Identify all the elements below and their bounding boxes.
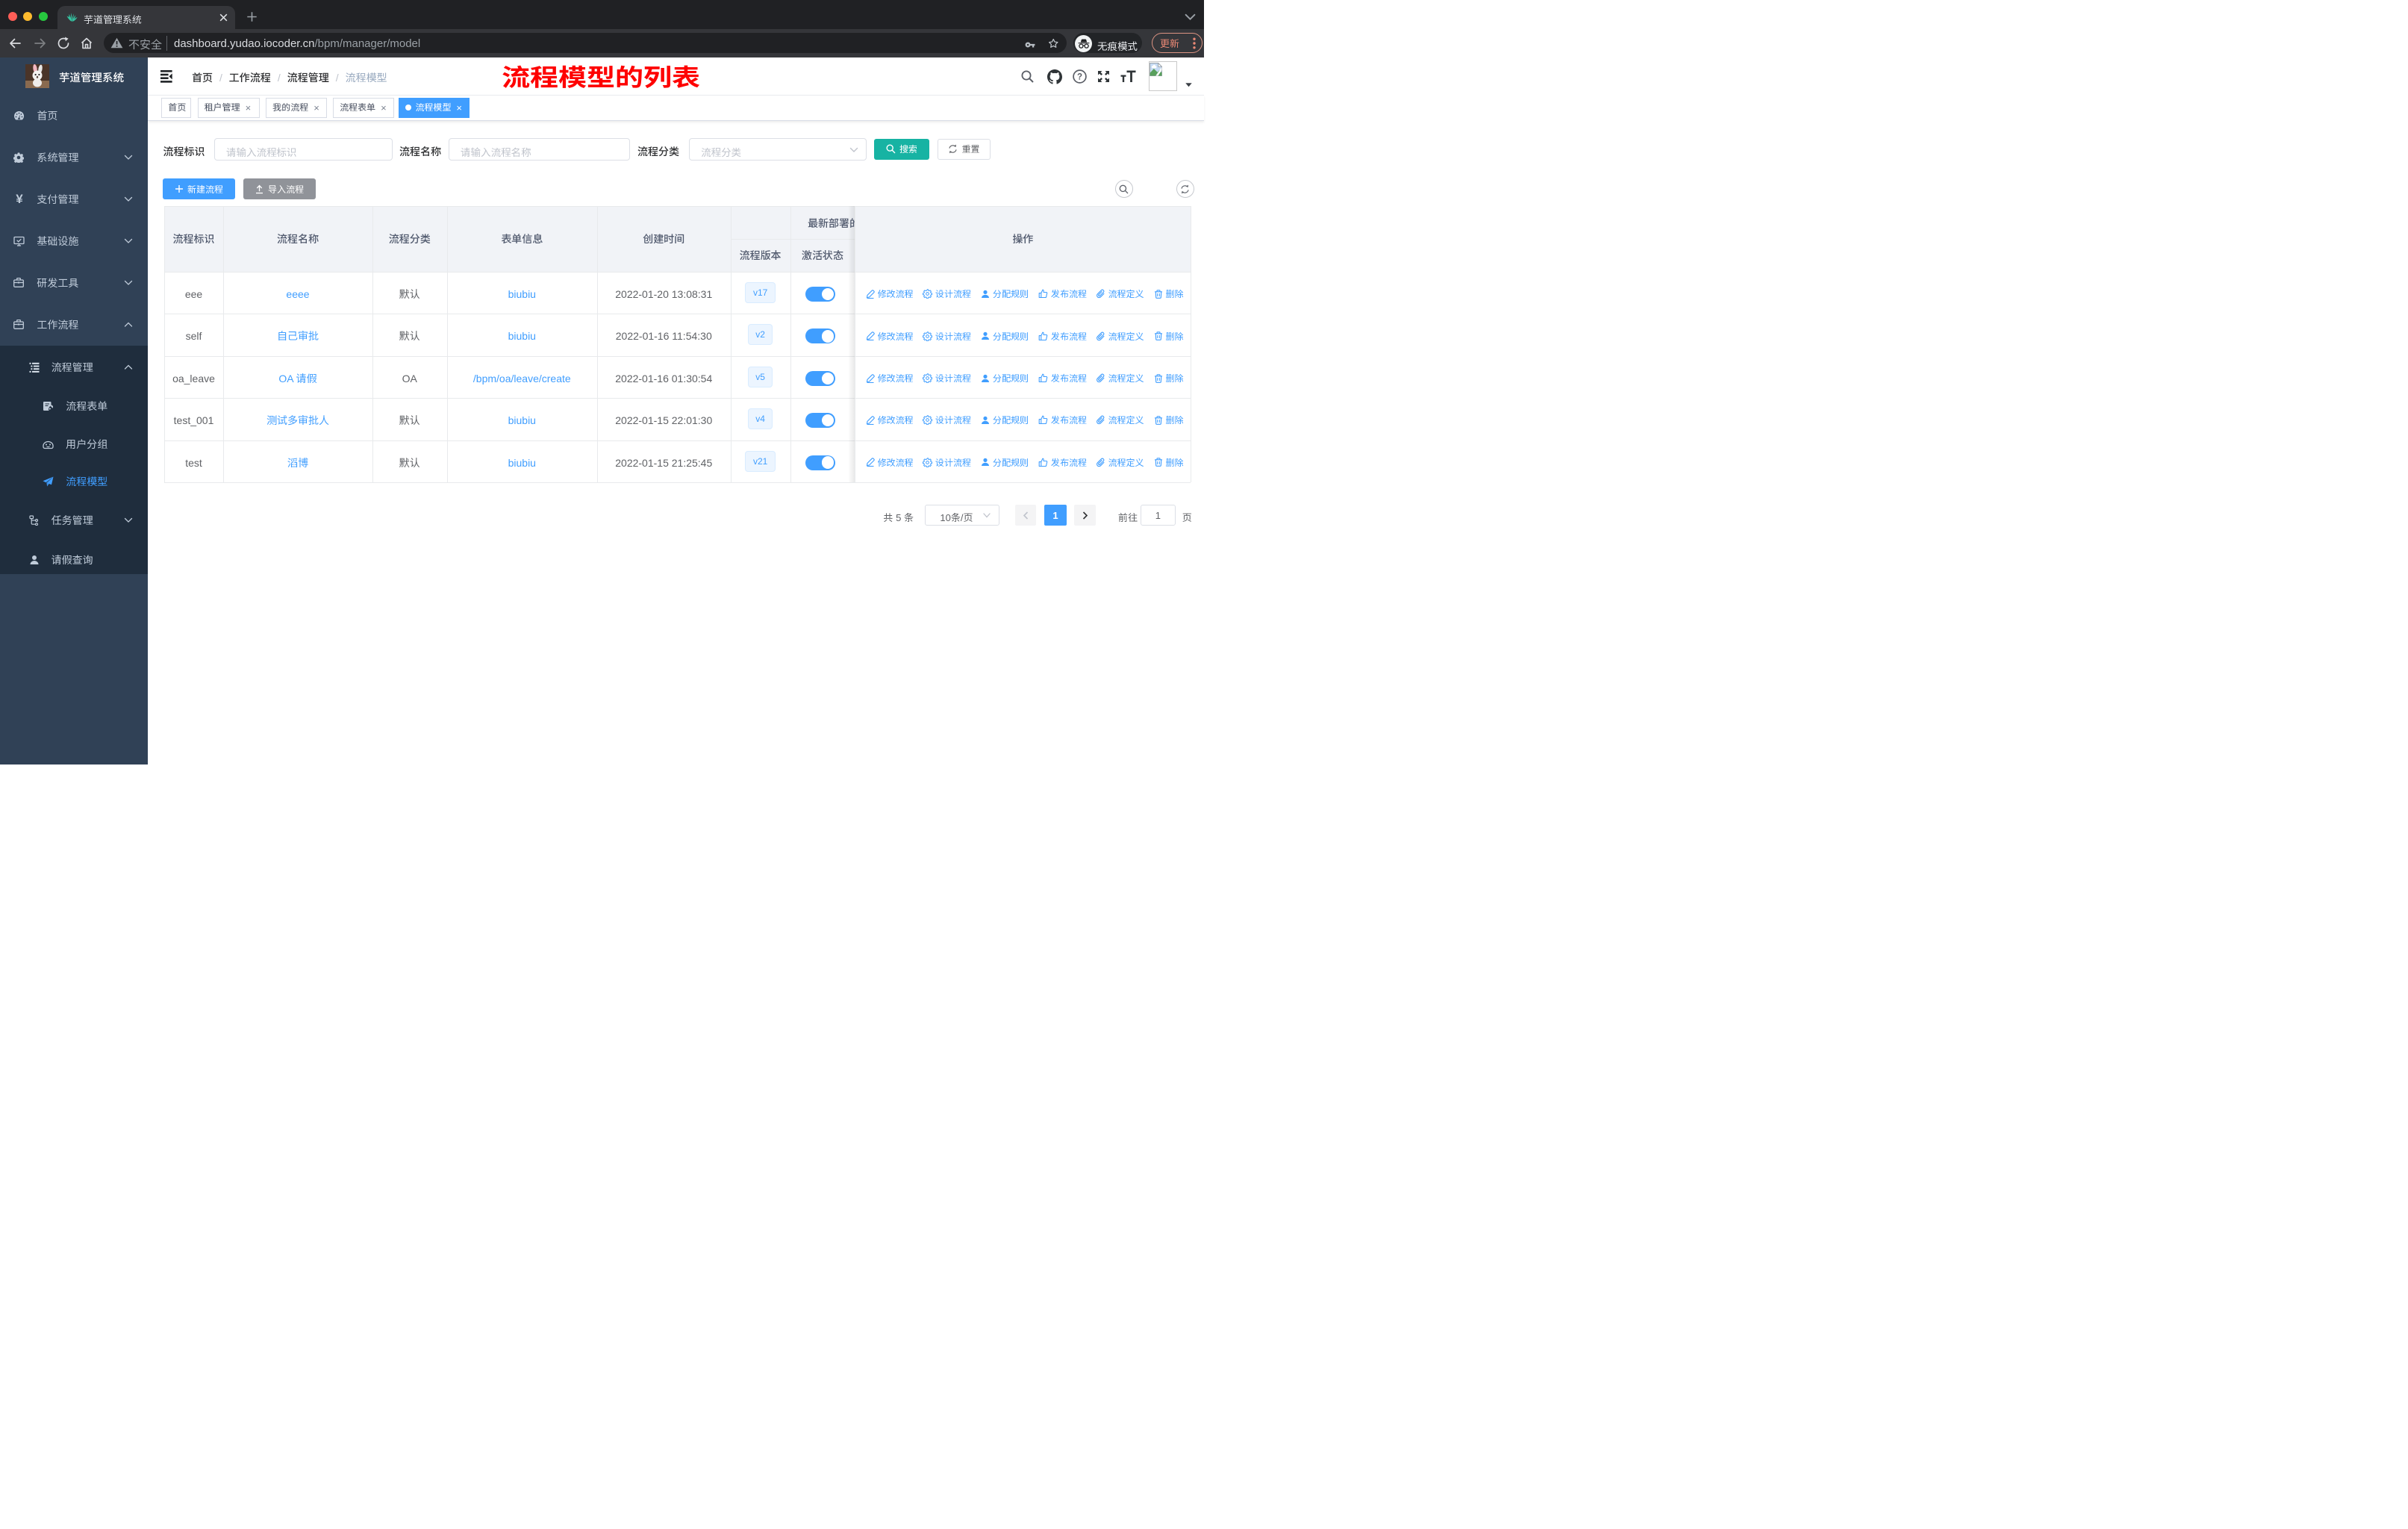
svg-text:?: ? xyxy=(1077,73,1082,82)
